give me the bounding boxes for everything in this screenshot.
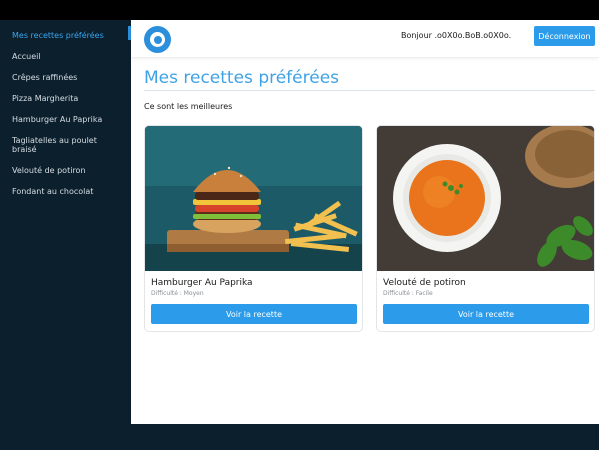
recipe-name: Hamburger Au Paprika — [151, 278, 253, 288]
title-divider — [144, 90, 595, 91]
top-black-bar — [0, 0, 599, 20]
sidebar-item-veloute[interactable]: Velouté de potiron — [0, 166, 131, 175]
recipe-difficulty: Difficulté : Moyen — [151, 290, 204, 297]
sidebar-item-hamburger[interactable]: Hamburger Au Paprika — [0, 115, 131, 124]
recipe-name: Velouté de potiron — [383, 278, 466, 288]
soup-image — [377, 126, 594, 271]
app-logo[interactable] — [144, 26, 171, 53]
sidebar-item-home[interactable]: Accueil — [0, 52, 131, 61]
logout-button[interactable]: Déconnexion — [534, 26, 595, 46]
view-recipe-button[interactable]: Voir la recette — [151, 304, 357, 324]
sidebar-item-crepes[interactable]: Crêpes raffinées — [0, 73, 131, 82]
page-subtitle: Ce sont les meilleures — [144, 102, 233, 111]
sidebar-item-pizza[interactable]: Pizza Margherita — [0, 94, 131, 103]
burger-image — [145, 126, 362, 271]
sidebar: Mes recettes préférées Accueil Crêpes ra… — [0, 20, 131, 450]
logo-dot — [154, 36, 162, 44]
sidebar-item-favorites[interactable]: Mes recettes préférées — [0, 31, 131, 40]
view-recipe-button[interactable]: Voir la recette — [383, 304, 589, 324]
main-content: Bonjour .o0X0o.BoB.o0X0o. Déconnexion Me… — [131, 20, 599, 424]
bottom-band — [131, 424, 599, 450]
recipe-difficulty: Difficulté : Facile — [383, 290, 433, 297]
app-header: Bonjour .o0X0o.BoB.o0X0o. Déconnexion — [131, 20, 599, 58]
sidebar-item-tagliatelles[interactable]: Tagliatelles au poulet braisé — [0, 136, 115, 154]
user-greeting: Bonjour .o0X0o.BoB.o0X0o. — [401, 31, 512, 40]
page-title: Mes recettes préférées — [144, 68, 340, 88]
recipe-card: Hamburger Au Paprika Difficulté : Moyen … — [144, 125, 363, 332]
recipe-card: Velouté de potiron Difficulté : Facile V… — [376, 125, 595, 332]
sidebar-item-fondant[interactable]: Fondant au chocolat — [0, 187, 131, 196]
